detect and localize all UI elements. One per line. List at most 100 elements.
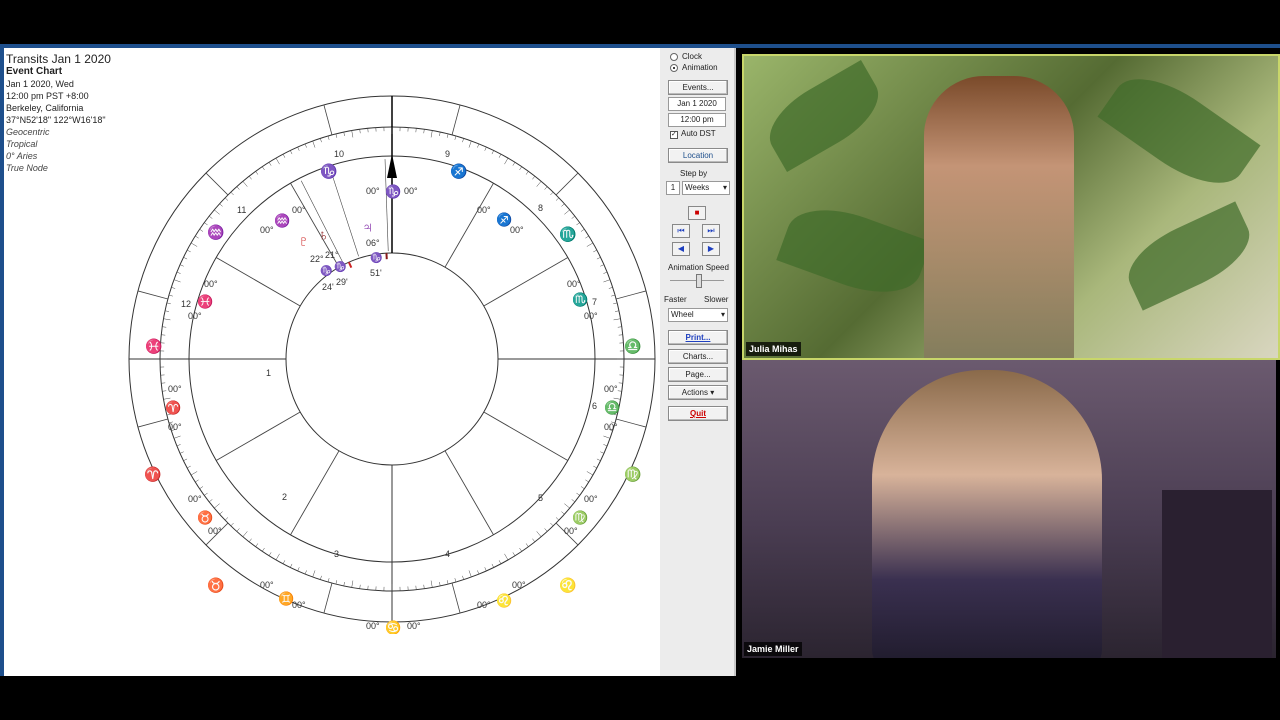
print-button[interactable]: Print... — [668, 330, 728, 345]
degree-tick — [512, 162, 516, 166]
jupiter-minute: 51' — [370, 268, 382, 278]
planet-pointer-tick — [347, 261, 353, 269]
degree-tick — [532, 538, 536, 542]
cusp-degree-8b: 00° — [584, 311, 598, 321]
degree-tick — [491, 150, 494, 155]
radio-clock-dot[interactable] — [670, 52, 678, 61]
degree-tick — [312, 140, 316, 148]
degree-tick — [230, 522, 234, 527]
degree-tick — [484, 146, 487, 151]
degree-tick — [430, 130, 433, 138]
charts-button[interactable]: Charts... — [668, 349, 728, 364]
house-cusp-line — [215, 257, 301, 307]
degree-tick — [255, 543, 259, 547]
chevron-down-icon: ▾ — [720, 310, 725, 319]
pluto-degree: 22° — [310, 254, 324, 264]
wheel-select[interactable]: Wheel ▾ — [668, 308, 728, 322]
chart-info: Transits Jan 1 2020 Event Chart Jan 1 20… — [6, 52, 111, 174]
degree-tick — [297, 146, 300, 151]
jupiter-icon: ♃ — [362, 219, 373, 236]
degree-tick — [166, 302, 171, 305]
degree-tick — [219, 511, 223, 515]
chevron-down-icon: ▾ — [722, 183, 727, 192]
degree-tick — [555, 517, 560, 521]
degree-tick — [351, 580, 354, 588]
degree-tick — [335, 133, 338, 138]
degree-tick — [187, 249, 191, 253]
video-tile-julia[interactable]: Julia Mihas — [742, 54, 1280, 360]
degree-tick — [462, 138, 464, 143]
degree-tick — [173, 435, 181, 439]
astrology-wheel[interactable]: 1 2 3 4 5 6 7 8 9 10 11 12 ♑ ♐ ♒ ♏ ♓ ♎ ♈… — [122, 94, 660, 634]
bottom-black-bar — [0, 676, 1280, 720]
sign-divider — [137, 418, 169, 428]
leaf-decoration — [1097, 59, 1261, 203]
degree-tick — [359, 129, 361, 134]
checkbox-check-icon[interactable]: ✓ — [670, 131, 678, 139]
degree-tick — [163, 318, 171, 321]
degree-tick — [248, 176, 252, 180]
play-left-icon: ◀ — [677, 244, 685, 253]
degree-tick — [242, 531, 248, 537]
house-cusp-line — [444, 450, 494, 536]
radio-animation[interactable]: Animation — [670, 63, 718, 73]
date-field[interactable]: Jan 1 2020 — [668, 97, 726, 111]
actions-button[interactable]: Actions ▾ — [668, 385, 728, 400]
house-number-6: 6 — [592, 401, 597, 411]
degree-tick — [304, 570, 307, 575]
degree-tick — [603, 279, 611, 283]
radio-clock-label: Clock — [682, 52, 703, 61]
location-button[interactable]: Location — [668, 148, 728, 163]
libra-icon: ♎ — [624, 338, 641, 355]
degree-tick — [282, 154, 286, 158]
degree-tick — [462, 575, 464, 580]
auto-dst-checkbox[interactable]: ✓ Auto DST — [670, 129, 716, 139]
degree-tick — [343, 581, 345, 586]
degree-tick — [596, 458, 601, 461]
degree-tick — [290, 563, 293, 568]
events-button[interactable]: Events... — [668, 80, 728, 95]
leaf-decoration — [1117, 201, 1261, 311]
radio-animation-dot[interactable] — [670, 63, 678, 72]
midheaven-arrow-icon — [387, 154, 397, 178]
quit-button[interactable]: Quit — [668, 406, 728, 421]
degree-tick — [564, 209, 570, 215]
degree-tick — [275, 157, 280, 165]
step-unit-value: Weeks — [685, 183, 710, 192]
pluto-icon: ♇ — [298, 233, 309, 250]
step-unit-select[interactable]: Weeks ▾ — [682, 181, 730, 195]
degree-tick — [262, 166, 265, 171]
step-number-field[interactable]: 1 — [666, 181, 680, 195]
degree-tick — [586, 242, 594, 247]
step-forward-button[interactable]: ⏭ — [702, 224, 720, 238]
degree-tick — [275, 553, 280, 561]
play-forward-button[interactable]: ▶ — [702, 242, 720, 256]
degree-tick — [477, 570, 480, 575]
stop-button[interactable]: ■ — [688, 206, 706, 220]
degree-tick — [320, 138, 322, 143]
degree-tick — [585, 235, 589, 239]
degree-tick — [195, 479, 199, 483]
degree-tick — [603, 435, 611, 439]
play-backward-button[interactable]: ◀ — [672, 242, 690, 256]
degree-tick — [268, 552, 272, 556]
house-number-5: 5 — [538, 493, 543, 503]
background-furniture — [1162, 490, 1272, 658]
degree-tick — [359, 584, 361, 589]
cusp-degree-9b: 00° — [510, 225, 524, 235]
cusp-degree-2a: 00° — [188, 494, 202, 504]
degree-tick — [512, 552, 516, 556]
capricorn-icon: ♑ — [320, 163, 337, 180]
degree-tick — [593, 465, 597, 469]
time-field[interactable]: 12:00 pm — [668, 113, 726, 127]
step-back-button[interactable]: ⏮ — [672, 224, 690, 238]
ic-cancer-icon: ♋ — [385, 620, 401, 634]
page-button[interactable]: Page... — [668, 367, 728, 382]
degree-tick — [468, 140, 472, 148]
degree-tick — [297, 567, 300, 572]
speed-slider-handle[interactable] — [696, 274, 702, 288]
radio-clock[interactable]: Clock — [670, 52, 702, 62]
video-tile-jamie[interactable]: Jamie Miller — [742, 360, 1276, 658]
radio-animation-label: Animation — [682, 63, 718, 72]
degree-tick — [236, 528, 240, 532]
